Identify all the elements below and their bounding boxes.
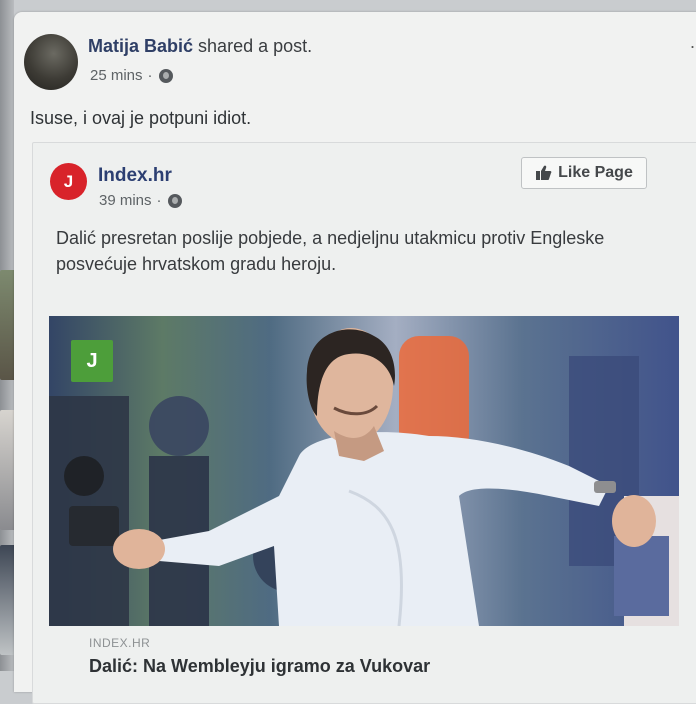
shared-post-text: Dalić presretan poslije pobjede, a nedje…: [56, 228, 605, 274]
page-logo-glyph: J: [63, 171, 74, 191]
post-action-text: shared a post.: [198, 36, 313, 56]
link-preview-image[interactable]: J: [49, 316, 679, 626]
photo-illustration: [49, 328, 679, 626]
thumbs-up-icon: [536, 165, 552, 180]
post-header: Matija Babić shared a post.: [88, 36, 312, 57]
shared-post: J Index.hr 39 mins · Like Page Dalić pre…: [32, 142, 696, 704]
like-page-button[interactable]: Like Page: [521, 157, 647, 189]
more-options-icon[interactable]: ...: [690, 32, 696, 53]
page-logo[interactable]: J: [50, 163, 87, 200]
photo-badge: J: [71, 340, 113, 382]
globe-icon[interactable]: [167, 193, 182, 208]
shared-post-timestamp[interactable]: 39 mins: [99, 192, 152, 209]
photo-badge-glyph: J: [86, 349, 98, 372]
post-card: ... Matija Babić shared a post. 25 mins …: [14, 12, 696, 704]
globe-icon[interactable]: [158, 68, 173, 83]
post-meta: 25 mins ·: [90, 67, 173, 84]
meta-separator: ·: [156, 192, 162, 209]
like-page-label: Like Page: [558, 164, 633, 181]
author-name[interactable]: Matija Babić: [88, 36, 193, 56]
meta-separator: ·: [147, 67, 153, 84]
link-title[interactable]: Dalić: Na Wembleyju igramo za Vukovar: [89, 656, 430, 677]
link-source: INDEX.HR: [89, 636, 151, 650]
page-name[interactable]: Index.hr: [98, 165, 172, 187]
shared-post-meta: 39 mins ·: [99, 192, 182, 209]
avatar[interactable]: [24, 34, 78, 90]
post-text: Isuse, i ovaj je potpuni idiot.: [30, 108, 252, 128]
post-timestamp[interactable]: 25 mins: [90, 67, 143, 84]
